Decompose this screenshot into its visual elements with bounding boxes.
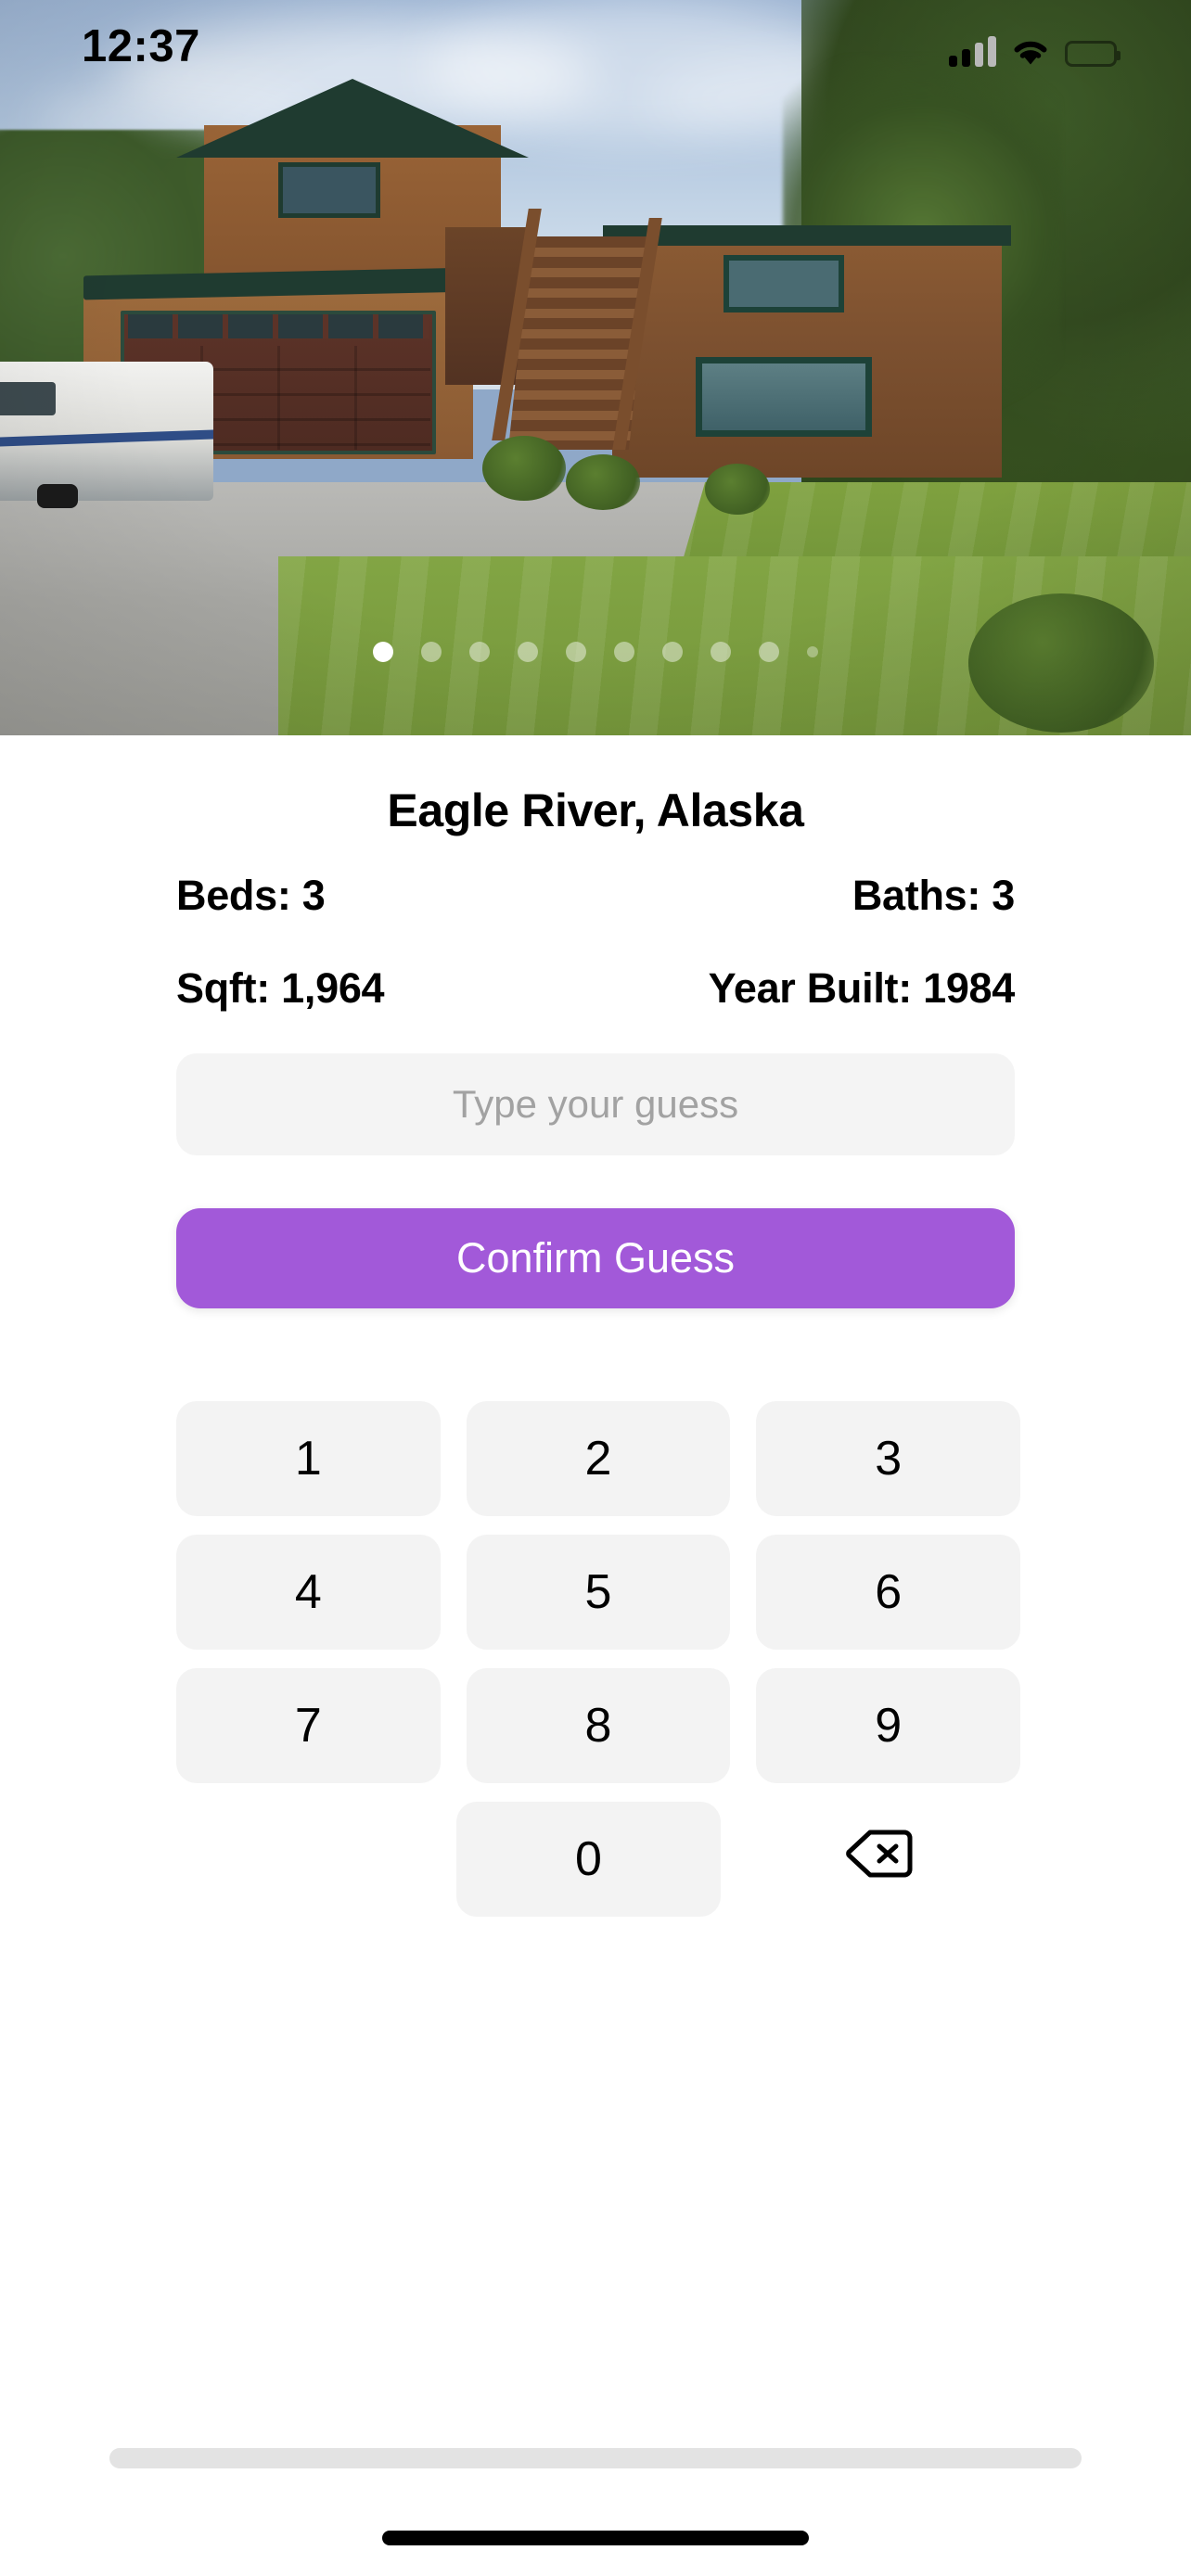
keypad-key-1[interactable]: 1 [176,1401,441,1516]
stat-baths: Baths: 3 [852,872,1015,919]
keypad-row: 7 8 9 [176,1668,1021,1783]
stat-year-built: Year Built: 1984 [708,964,1016,1012]
carousel-dot[interactable] [518,642,538,662]
keypad-key-4[interactable]: 4 [176,1535,441,1650]
numeric-keypad: 1 2 3 4 5 6 7 8 9 0 [176,1401,1021,1935]
stat-sqft: Sqft: 1,964 [176,964,385,1012]
carousel-dot[interactable] [469,642,490,662]
page-title: Eagle River, Alaska [387,784,804,836]
rv-stripe [0,429,213,448]
keypad-row: 4 5 6 [176,1535,1021,1650]
stat-beds: Beds: 3 [176,872,326,919]
confirm-guess-button[interactable]: Confirm Guess [176,1208,1015,1308]
carousel-dot[interactable] [566,642,586,662]
keypad-key-2[interactable]: 2 [466,1401,731,1516]
carousel-dot-active[interactable] [373,642,393,662]
battery-icon [1065,41,1121,67]
roof-right [603,225,1011,246]
status-bar-indicators [949,26,1121,67]
carousel-dot[interactable] [421,642,442,662]
cellular-signal-icon [949,35,996,67]
carousel-dot[interactable] [759,642,779,662]
shrub [566,454,640,510]
rv-trailer [0,362,213,508]
keypad-key-7[interactable]: 7 [176,1668,441,1783]
keypad-backspace-button[interactable] [747,1802,1011,1917]
shrub [968,593,1154,733]
status-bar-time: 12:37 [82,21,200,71]
guess-input[interactable] [176,1053,1015,1155]
dormer-window [278,162,380,218]
carousel-dot[interactable] [807,646,818,657]
bottom-progress-bar [109,2448,1082,2468]
keypad-key-9[interactable]: 9 [756,1668,1021,1783]
carousel-page-indicator[interactable] [0,642,1191,662]
carousel-dot[interactable] [662,642,683,662]
rv-window [0,382,56,415]
stats-row-secondary: Sqft: 1,964 Year Built: 1984 [176,964,1015,1013]
side-window [724,255,844,312]
keypad-row: 1 2 3 [176,1401,1021,1516]
backspace-delete-icon [845,1828,913,1892]
keypad-key-3[interactable]: 3 [756,1401,1021,1516]
keypad-key-6[interactable]: 6 [756,1535,1021,1650]
stats-row-primary: Beds: 3 Baths: 3 [176,872,1015,920]
keypad-key-0[interactable]: 0 [456,1802,721,1917]
lower-level-window [696,357,872,437]
keypad-row: 0 [176,1802,1020,1917]
home-indicator [382,2531,809,2545]
keypad-key-8[interactable]: 8 [466,1668,731,1783]
rv-wheel [37,484,78,508]
shrub [482,436,566,501]
status-bar: 12:37 [0,0,1191,111]
shrub [705,464,770,515]
keypad-key-5[interactable]: 5 [466,1535,731,1650]
listing-details-panel: Eagle River, Alaska Beds: 3 Baths: 3 Sqf… [0,735,1191,2576]
wifi-icon [1011,37,1050,67]
carousel-dot[interactable] [614,642,634,662]
carousel-dot[interactable] [711,642,731,662]
garage-door-windows [128,314,429,338]
